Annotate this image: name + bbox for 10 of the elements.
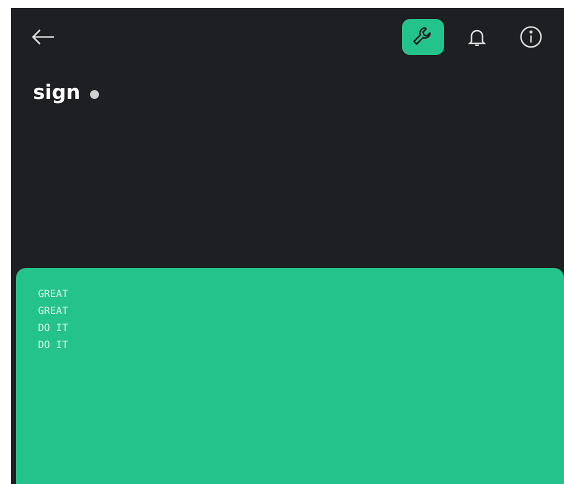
back-button[interactable] [31, 29, 55, 45]
status-dot [90, 90, 100, 98]
info-icon [519, 25, 543, 49]
device-title: sign [33, 80, 80, 104]
back-arrow-icon [31, 29, 55, 45]
terminal-line: GREAT [38, 305, 70, 319]
terminal-line: DO IT [38, 322, 70, 336]
terminal-line: GREAT [38, 288, 70, 302]
terminal-line: DO IT [38, 339, 70, 353]
wrench-button[interactable] [402, 19, 444, 55]
